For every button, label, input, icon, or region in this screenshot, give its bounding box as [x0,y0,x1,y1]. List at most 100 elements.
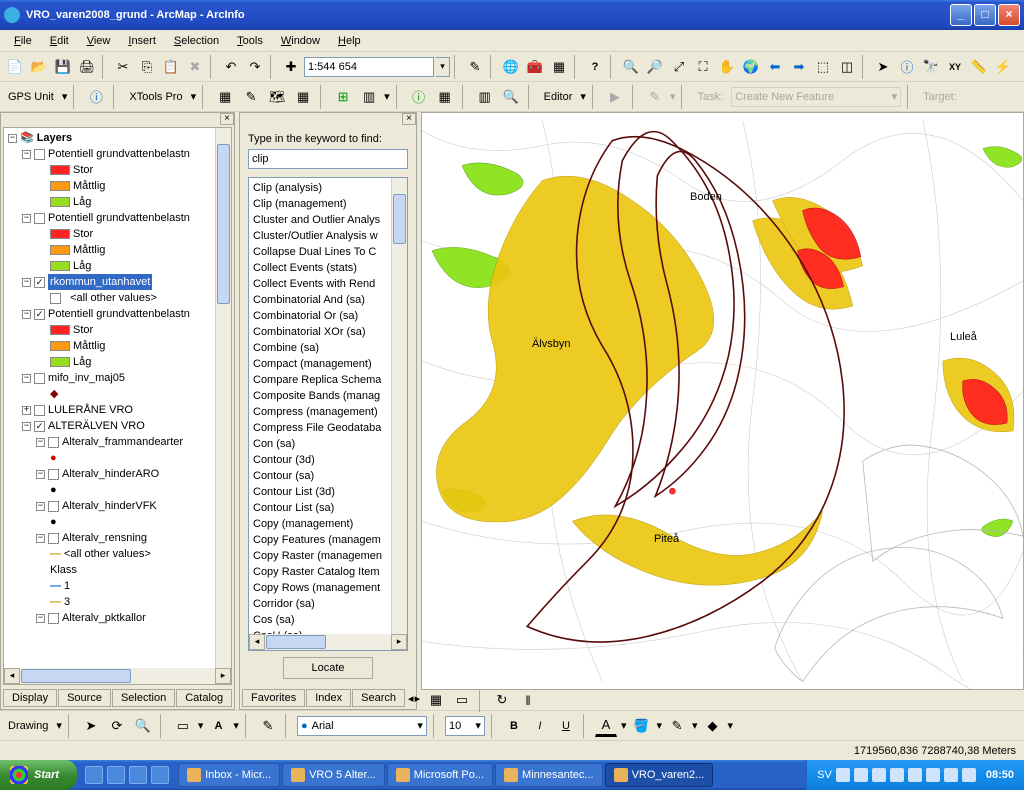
hyperlink-icon[interactable]: ⚡ [992,56,1014,78]
bold-icon[interactable]: B [503,715,525,737]
search-result-item[interactable]: Copy Raster Catalog Item [253,564,403,580]
zoom-in-icon[interactable]: 🔍 [620,56,642,78]
menu-tools[interactable]: Tools [229,33,271,49]
go-to-xy-icon[interactable]: XY [944,56,966,78]
search-result-item[interactable]: Cluster/Outlier Analysis w [253,228,403,244]
delete-icon[interactable]: ✖ [184,56,206,78]
toc-vscrollbar[interactable] [215,128,231,668]
taskbar-task-active[interactable]: VRO_varen2... [605,763,714,787]
tray-icon[interactable] [926,768,940,782]
search-result-item[interactable]: Cluster and Outlier Analys [253,212,403,228]
tray-icon[interactable] [854,768,868,782]
cut-icon[interactable]: ✂ [112,56,134,78]
symbol-swatch[interactable] [50,165,70,175]
taskbar-task[interactable]: Inbox - Micr... [178,763,280,787]
ql-icon[interactable] [129,766,147,784]
arc-catalog-icon[interactable]: 🌐 [500,56,522,78]
save-icon[interactable]: 💾 [52,56,74,78]
select-elements-icon[interactable]: ➤ [872,56,894,78]
toc-hscrollbar[interactable]: ◂ ▸ [4,668,231,684]
measure-icon[interactable]: 📏 [968,56,990,78]
taskbar-task[interactable]: VRO 5 Alter... [282,763,385,787]
tray-icon[interactable] [890,768,904,782]
layers-title[interactable]: Layers [37,130,72,146]
toc-close-button[interactable]: × [220,113,234,125]
search-result-item[interactable]: Copy Features (managem [253,532,403,548]
search-result-item[interactable]: Corridor (sa) [253,596,403,612]
tab-scroll-left-icon[interactable]: ◂ [408,692,414,705]
layer-checkbox[interactable] [34,149,45,160]
search-result-item[interactable]: Compare Replica Schema [253,372,403,388]
font-dropdown[interactable]: ●Arial▾ [297,716,427,736]
taskbar-task[interactable]: Minnesantec... [495,763,603,787]
language-indicator[interactable]: SV [817,769,832,781]
gps-help-icon[interactable]: ⓘ [85,86,107,108]
search-result-item[interactable]: Clip (analysis) [253,180,403,196]
search-result-item[interactable]: Collapse Dual Lines To C [253,244,403,260]
font-color-icon[interactable]: A [595,715,617,737]
toc-tab-catalog[interactable]: Catalog [176,689,232,707]
redo-icon[interactable]: ↷ [244,56,266,78]
xt-icon-4[interactable]: ▦ [292,86,314,108]
edit-vertices-icon[interactable]: ✎ [257,715,279,737]
xt-icon-3[interactable]: 🗺 [266,86,288,108]
undo-icon[interactable]: ↶ [220,56,242,78]
identify-icon[interactable]: ⓘ [896,56,918,78]
xt-icon-5[interactable]: ⊞ [332,86,354,108]
search-tab-favorites[interactable]: Favorites [242,689,305,707]
xt-icon-7[interactable]: ⓘ [408,86,430,108]
ql-icon[interactable] [151,766,169,784]
drawing-label[interactable]: Drawing [4,720,52,732]
task-dropdown[interactable]: Create New Feature▾ [731,87,901,107]
tray-icon[interactable] [944,768,958,782]
layout-view-icon[interactable]: ▭ [451,689,473,711]
fill-color-icon[interactable]: 🪣 [630,715,652,737]
selected-layer[interactable]: rkommun_utanhavet [48,274,152,290]
print-icon[interactable]: 🖨 [76,56,98,78]
rotate-icon[interactable]: ⟳ [106,715,128,737]
search-result-item[interactable]: Combinatorial XOr (sa) [253,324,403,340]
minimize-button[interactable]: _ [950,4,972,26]
font-size-dropdown[interactable]: 10▾ [445,716,485,736]
editor-toolbar-icon[interactable]: ✎ [464,56,486,78]
pan-icon[interactable]: ✋ [716,56,738,78]
back-extent-icon[interactable]: ⬅ [764,56,786,78]
scale-dropdown[interactable]: ▾ [436,57,450,77]
search-result-item[interactable]: Contour List (3d) [253,484,403,500]
xt-icon-8[interactable]: ▦ [434,86,456,108]
results-hscrollbar[interactable]: ◂▸ [249,634,407,650]
start-button[interactable]: Start [0,760,77,790]
search-result-item[interactable]: Composite Bands (manag [253,388,403,404]
help-pointer-icon[interactable]: ? [584,56,606,78]
tray-icon[interactable] [962,768,976,782]
close-button[interactable]: × [998,4,1020,26]
new-icon[interactable]: 📄 [4,56,26,78]
editor-play-icon[interactable]: ▶ [604,86,626,108]
toc-tree[interactable]: − 📚 Layers − Potentiell grundvattenbelas… [3,127,232,685]
search-tab-index[interactable]: Index [306,689,351,707]
data-view-icon[interactable]: ▦ [425,689,447,711]
paste-icon[interactable]: 📋 [160,56,182,78]
search-result-item[interactable]: Combinatorial Or (sa) [253,308,403,324]
menu-edit[interactable]: Edit [42,33,77,49]
xt-icon-6[interactable]: ▥ [358,86,380,108]
select-icon[interactable]: ➤ [80,715,102,737]
refresh-icon[interactable]: ↻ [491,689,513,711]
search-result-item[interactable]: Con (sa) [253,436,403,452]
search-close-button[interactable]: × [402,113,416,125]
arc-toolbox-icon[interactable]: 🧰 [524,56,546,78]
toc-tab-selection[interactable]: Selection [112,689,175,707]
ql-icon[interactable] [107,766,125,784]
gps-unit-label[interactable]: GPS Unit [4,91,58,103]
menu-window[interactable]: Window [273,33,328,49]
locate-button[interactable]: Locate [283,657,373,679]
line-color-icon[interactable]: ✎ [666,715,688,737]
rectangle-icon[interactable]: ▭ [172,715,194,737]
zoom-shape-icon[interactable]: 🔍 [132,715,154,737]
menu-selection[interactable]: Selection [166,33,227,49]
layer-name[interactable]: Potentiell grundvattenbelastn [48,146,190,162]
search-result-item[interactable]: Compress File Geodataba [253,420,403,436]
find-icon[interactable]: 🔭 [920,56,942,78]
xt-icon-9[interactable]: ▥ [474,86,496,108]
menu-insert[interactable]: Insert [120,33,164,49]
